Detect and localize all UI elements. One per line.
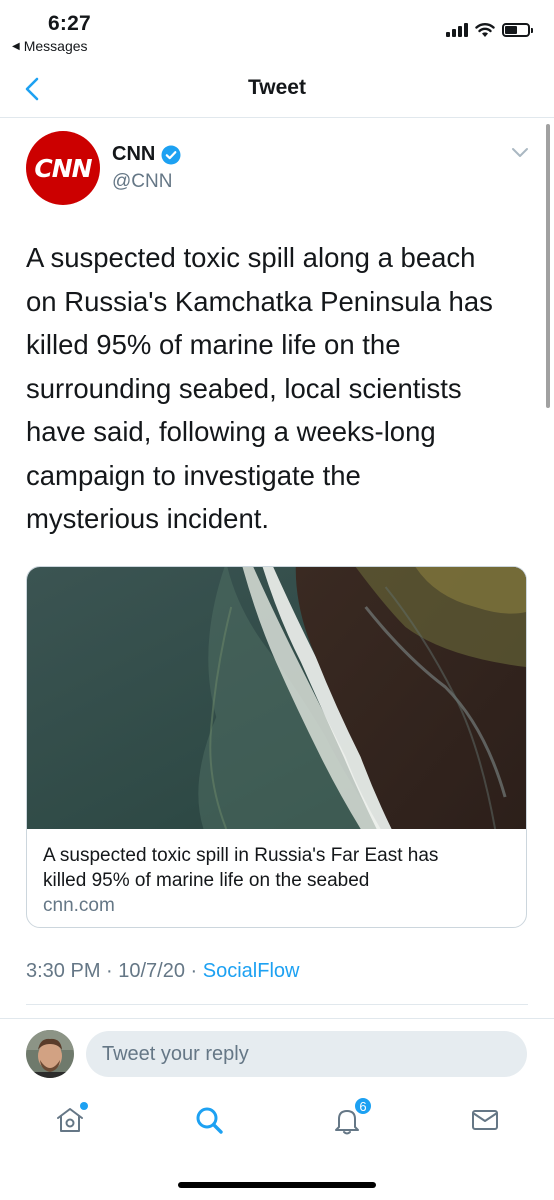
link-card[interactable]: A suspected toxic spill in Russia's Far … xyxy=(26,566,527,928)
home-indicator[interactable] xyxy=(178,1182,376,1188)
status-bar: 6:27 ◀ Messages xyxy=(0,0,554,60)
battery-icon xyxy=(502,23,533,37)
timestamp-text: 3:30 PM · 10/7/20 · xyxy=(26,960,203,982)
back-to-messages-link[interactable]: ◀ Messages xyxy=(12,38,88,54)
tweet-text-line: on Russia's Kamchatka Peninsula has xyxy=(26,285,493,317)
search-icon xyxy=(196,1107,223,1134)
scroll-indicator[interactable] xyxy=(546,124,550,408)
back-triangle-icon: ◀ xyxy=(12,40,20,52)
page-title: Tweet xyxy=(248,76,306,99)
back-app-label: Messages xyxy=(23,38,88,54)
tweet-text: A suspected toxic spill along a beach on… xyxy=(26,236,526,541)
source-link[interactable]: SocialFlow xyxy=(203,960,300,982)
tab-notifications[interactable]: 6 xyxy=(327,1096,373,1140)
card-title-line: killed 95% of marine life on the seabed xyxy=(43,870,370,891)
wifi-icon xyxy=(475,23,495,37)
card-title-line: A suspected toxic spill in Russia's Far … xyxy=(43,845,439,866)
nav-bar: Tweet xyxy=(0,60,554,118)
divider xyxy=(0,1018,554,1019)
tab-bar: 6 xyxy=(0,1090,554,1160)
status-icons xyxy=(446,22,533,38)
cellular-signal-icon xyxy=(446,23,468,37)
card-domain: cnn.com xyxy=(43,895,115,916)
tab-messages[interactable] xyxy=(465,1100,505,1140)
tweet-timestamp: 3:30 PM · 10/7/20 · SocialFlow xyxy=(26,960,299,983)
tweet-text-line: mysterious incident. xyxy=(26,503,270,534)
new-content-dot xyxy=(80,1102,88,1110)
avatar-logo-text: CNN xyxy=(34,153,92,183)
author-name[interactable]: CNN xyxy=(112,143,181,166)
user-avatar[interactable] xyxy=(26,1030,74,1078)
tweet-text-line: A suspected toxic spill along a beach xyxy=(26,242,476,273)
divider xyxy=(26,1004,528,1005)
chevron-down-icon[interactable] xyxy=(510,146,530,160)
mail-icon xyxy=(472,1110,498,1130)
tab-home[interactable] xyxy=(50,1100,90,1140)
tab-search[interactable] xyxy=(189,1100,229,1140)
status-time: 6:27 xyxy=(48,12,91,35)
card-image-aerial-coast xyxy=(27,567,526,829)
tweet-text-line: campaign to investigate the xyxy=(26,459,361,491)
author-avatar[interactable]: CNN xyxy=(26,131,100,205)
verified-badge-icon xyxy=(161,145,181,164)
tweet-text-line: have said, following a weeks-long xyxy=(26,416,436,447)
tweet-text-line: killed 95% of marine life on the xyxy=(26,329,401,360)
user-avatar-image xyxy=(26,1030,74,1078)
notification-count-badge: 6 xyxy=(353,1096,373,1116)
author-handle[interactable]: @CNN xyxy=(112,171,172,193)
tweet-text-line: surrounding seabed, local scientists xyxy=(26,372,462,404)
card-body: A suspected toxic spill in Russia's Far … xyxy=(27,829,526,919)
card-title: A suspected toxic spill in Russia's Far … xyxy=(43,843,510,893)
author-name-label: CNN xyxy=(112,143,156,165)
reply-input[interactable] xyxy=(86,1031,527,1077)
